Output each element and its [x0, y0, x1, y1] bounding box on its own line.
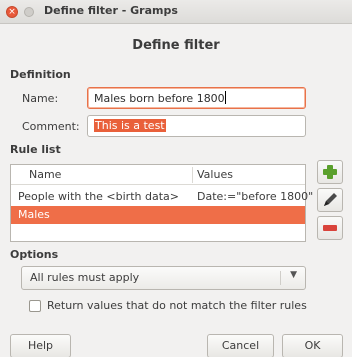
rule-list-heading: Rule list: [10, 143, 61, 156]
ok-button[interactable]: OK: [282, 334, 343, 357]
window-title: Define filter - Gramps: [44, 4, 178, 17]
help-button[interactable]: Help: [10, 334, 71, 357]
column-divider: [192, 167, 193, 183]
rule-row[interactable]: People with the <birth data> Date:="befo…: [11, 188, 313, 206]
remove-rule-button[interactable]: [317, 216, 343, 240]
comment-input-text: This is a test: [94, 119, 166, 132]
combo-divider: [280, 271, 281, 285]
rule-name-cell: People with the <birth data>: [18, 190, 179, 203]
rule-values-cell: Date:="before 1800": [197, 190, 314, 203]
column-header-values[interactable]: Values: [197, 168, 233, 181]
options-heading: Options: [10, 248, 59, 261]
define-filter-window: × Define filter - Gramps Define filter D…: [0, 0, 352, 357]
rule-mode-value: All rules must apply: [30, 271, 140, 284]
rule-list[interactable]: Name Values People with the <birth data>…: [10, 164, 313, 242]
text-caret: [224, 91, 226, 104]
add-icon: [323, 165, 337, 179]
invert-checkbox[interactable]: [29, 300, 41, 312]
column-header-name[interactable]: Name: [29, 168, 61, 181]
minimize-window-icon[interactable]: [24, 7, 34, 17]
name-input-text: Males born before 1800: [94, 92, 225, 105]
rule-mode-select[interactable]: All rules must apply ▼: [21, 266, 306, 290]
rule-list-header: Name Values: [11, 165, 305, 185]
edit-icon: [324, 193, 337, 206]
name-input[interactable]: Males born before 1800: [87, 87, 306, 109]
title-bar: × Define filter - Gramps: [0, 0, 352, 24]
comment-label: Comment:: [22, 120, 80, 133]
rule-name-cell: Males: [18, 208, 50, 221]
edit-rule-button[interactable]: [317, 188, 343, 212]
dialog-title: Define filter: [132, 38, 220, 53]
comment-input[interactable]: This is a test: [87, 115, 306, 137]
name-label: Name:: [22, 92, 59, 105]
add-rule-button[interactable]: [317, 160, 343, 184]
cancel-button[interactable]: Cancel: [207, 334, 274, 357]
close-window-icon[interactable]: ×: [6, 6, 18, 18]
invert-checkbox-label[interactable]: Return values that do not match the filt…: [47, 299, 307, 312]
remove-icon: [323, 225, 337, 231]
definition-heading: Definition: [10, 68, 71, 81]
dropdown-arrow-icon: ▼: [290, 270, 297, 280]
rule-row-selected[interactable]: Males: [11, 206, 305, 224]
